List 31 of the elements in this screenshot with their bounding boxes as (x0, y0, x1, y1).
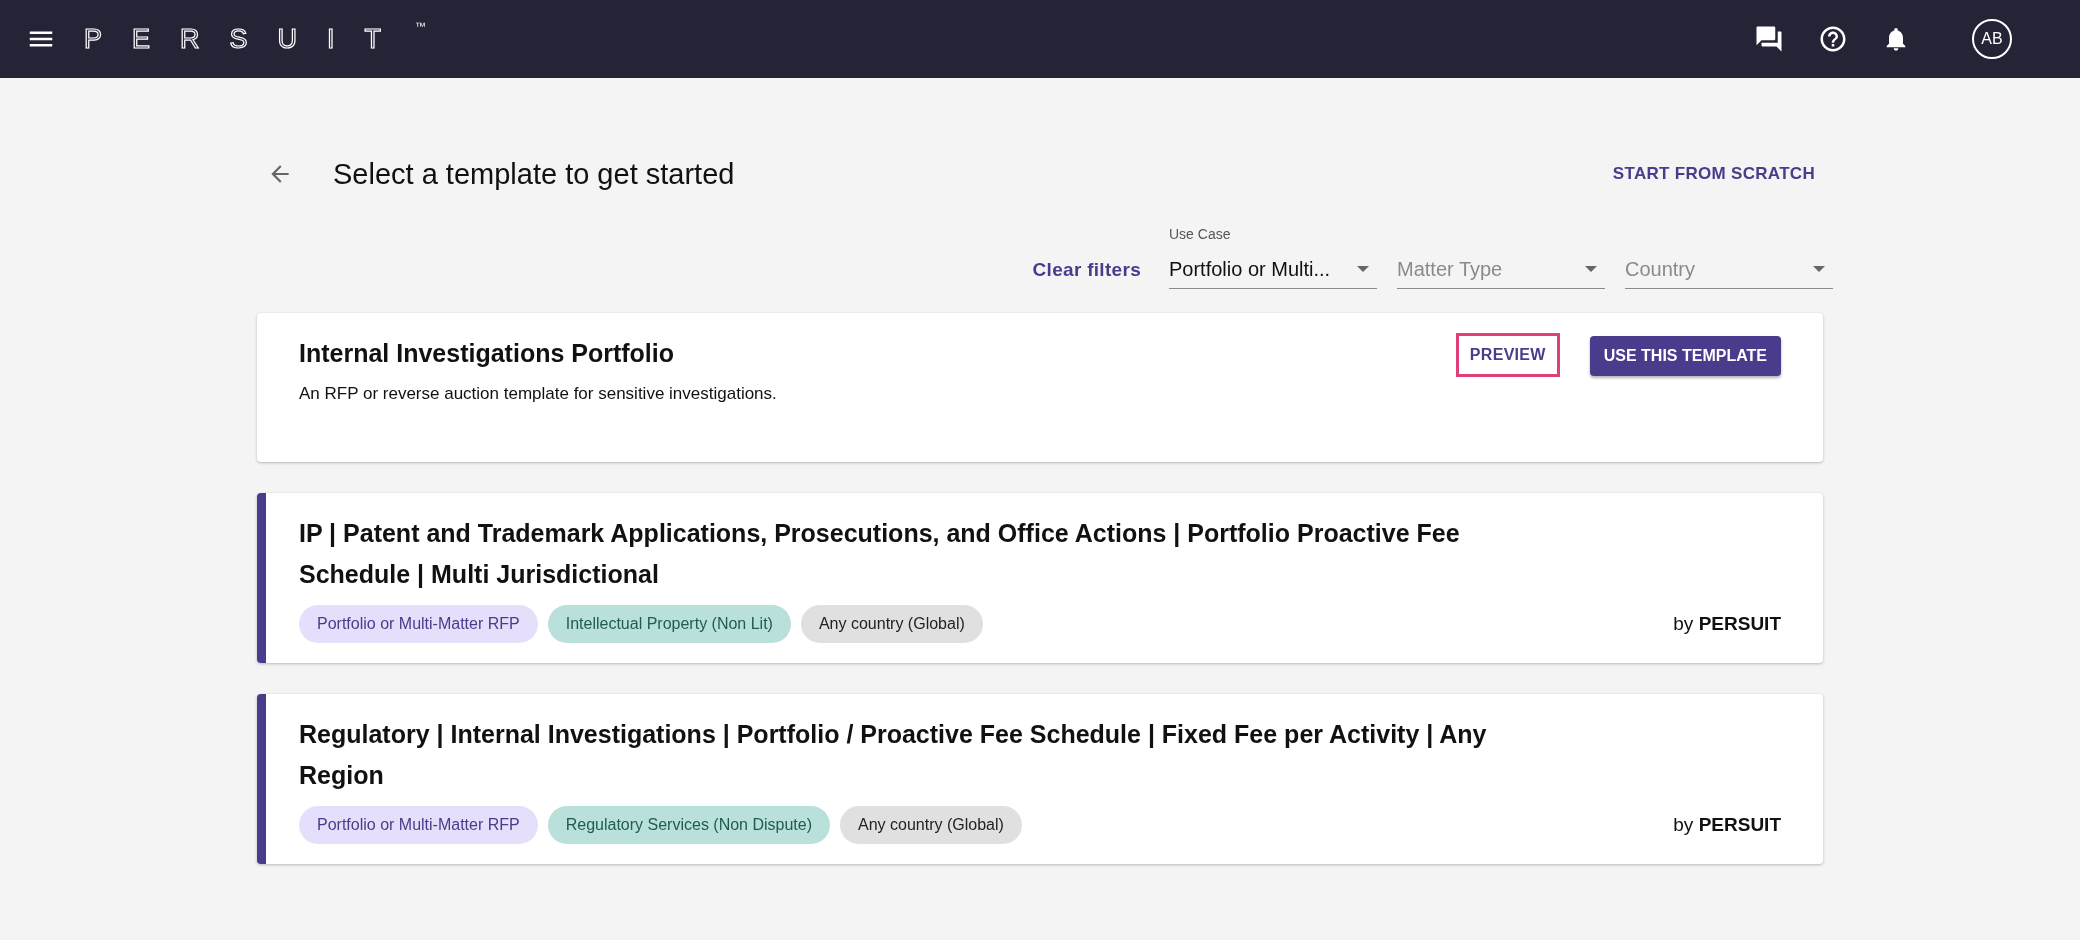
template-title: Internal Investigations Portfolio (299, 338, 676, 369)
preview-button[interactable]: PREVIEW (1455, 333, 1560, 377)
template-title: Regulatory | Internal Investigations | Portfolio / Proactive Fee Schedule | Fixed Fee per Activity | Any Region (299, 719, 1488, 791)
field-value: Portfolio or Multi... (1169, 257, 1331, 281)
logo: PERSUIT (84, 23, 412, 55)
clear-filters-button[interactable]: Clear filters (1024, 253, 1149, 287)
tag: Any country (Global) (840, 806, 1022, 844)
template-card[interactable] (257, 694, 1823, 864)
dropdown-caret-icon (1357, 266, 1369, 272)
tag: Any country (Global) (800, 605, 983, 643)
use-template-button[interactable]: USE THIS TEMPLATE (1589, 336, 1781, 376)
template-title: IP | Patent and Trademark Applications, Prosecutions, and Office Actions | Portfolio Proactive Fee Schedule | Multi Jurisdictional (299, 518, 1461, 590)
help-icon[interactable] (1818, 24, 1848, 54)
tag: Intellectual Property (Non Lit) (547, 605, 791, 643)
dropdown-caret-icon (1585, 266, 1597, 272)
template-description: An RFP or reverse auction template for sensitive investigations. (299, 384, 778, 404)
chat-icon[interactable] (1754, 24, 1784, 54)
page-title: Select a template to get started (333, 157, 736, 191)
dropdown-caret-icon (1813, 266, 1825, 272)
author-label: by PERSUIT (1673, 613, 1781, 635)
template-card[interactable] (257, 493, 1823, 663)
tag: Portfolio or Multi-Matter RFP (299, 605, 538, 643)
tag: Regulatory Services (Non Dispute) (547, 806, 831, 844)
start-from-scratch-button[interactable]: START FROM SCRATCH (1604, 156, 1823, 192)
user-avatar[interactable]: AB (1972, 19, 2012, 59)
tag: Portfolio or Multi-Matter RFP (299, 806, 538, 844)
trademark: ™ (415, 20, 427, 32)
author-label: by PERSUIT (1673, 814, 1781, 836)
placeholder: Country (1625, 257, 1696, 281)
placeholder: Matter Type (1397, 257, 1503, 281)
field-label: Use Case (1169, 226, 1231, 242)
